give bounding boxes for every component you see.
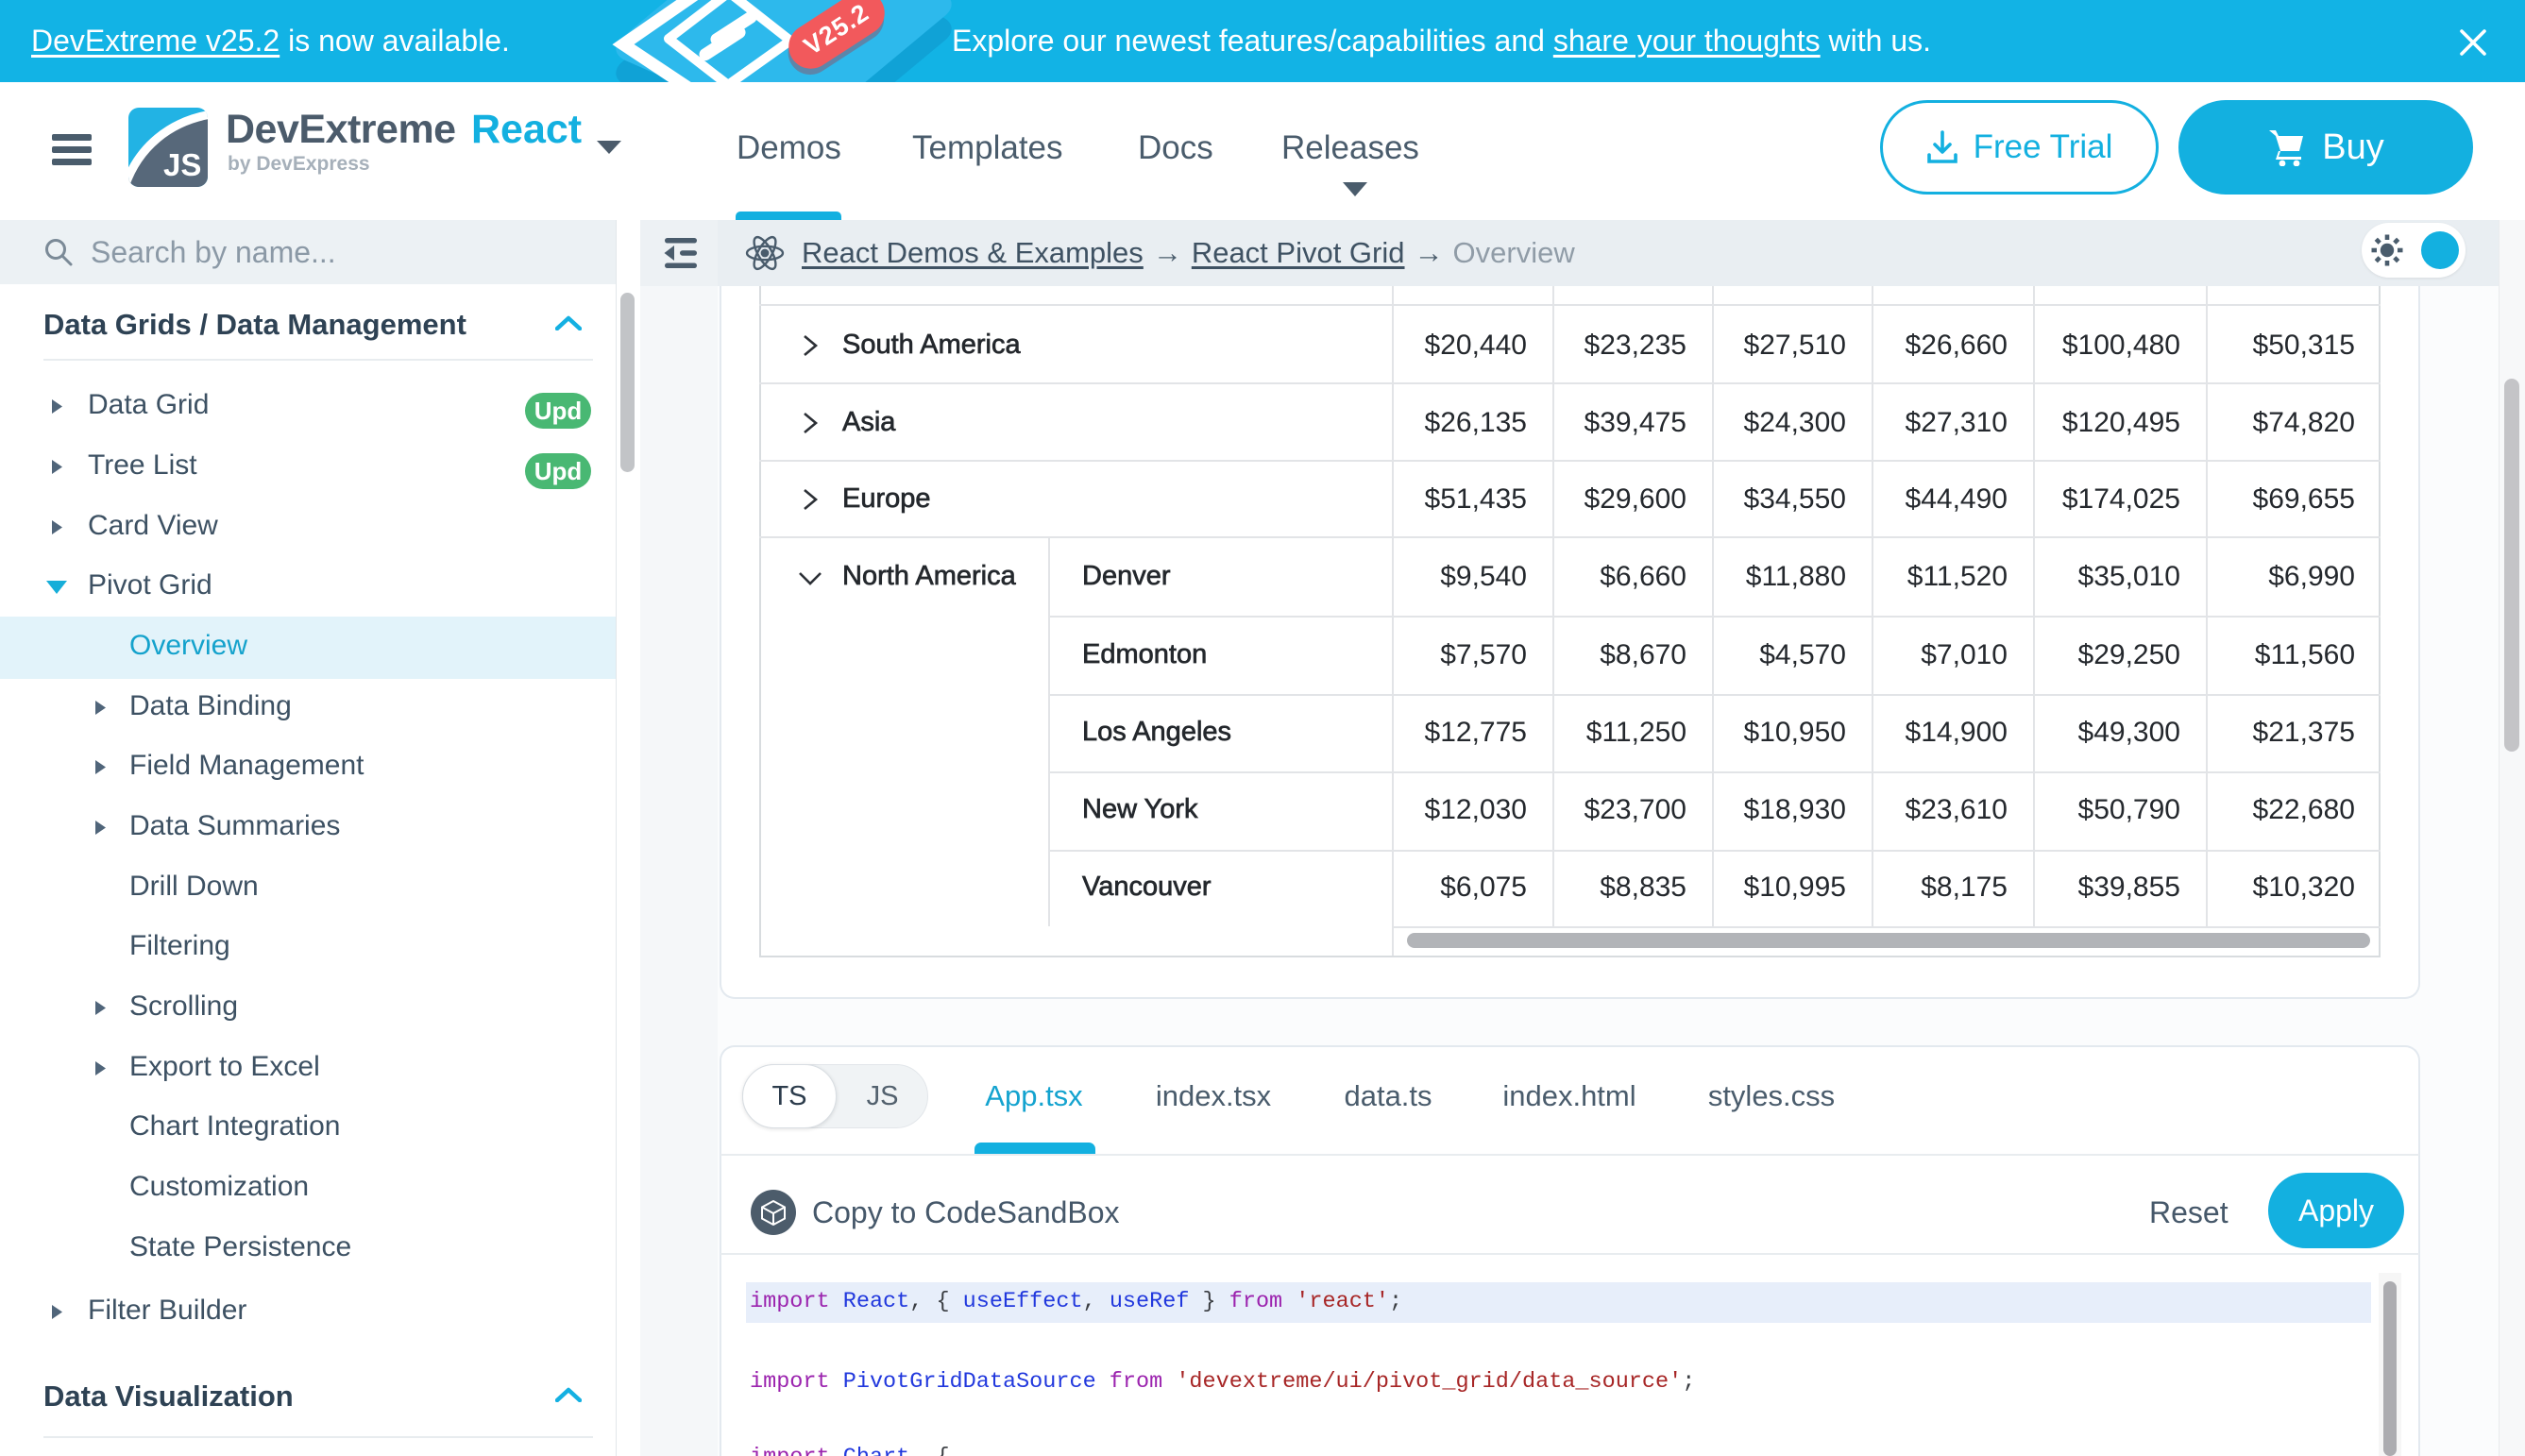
svg-text:JS: JS (163, 147, 201, 182)
